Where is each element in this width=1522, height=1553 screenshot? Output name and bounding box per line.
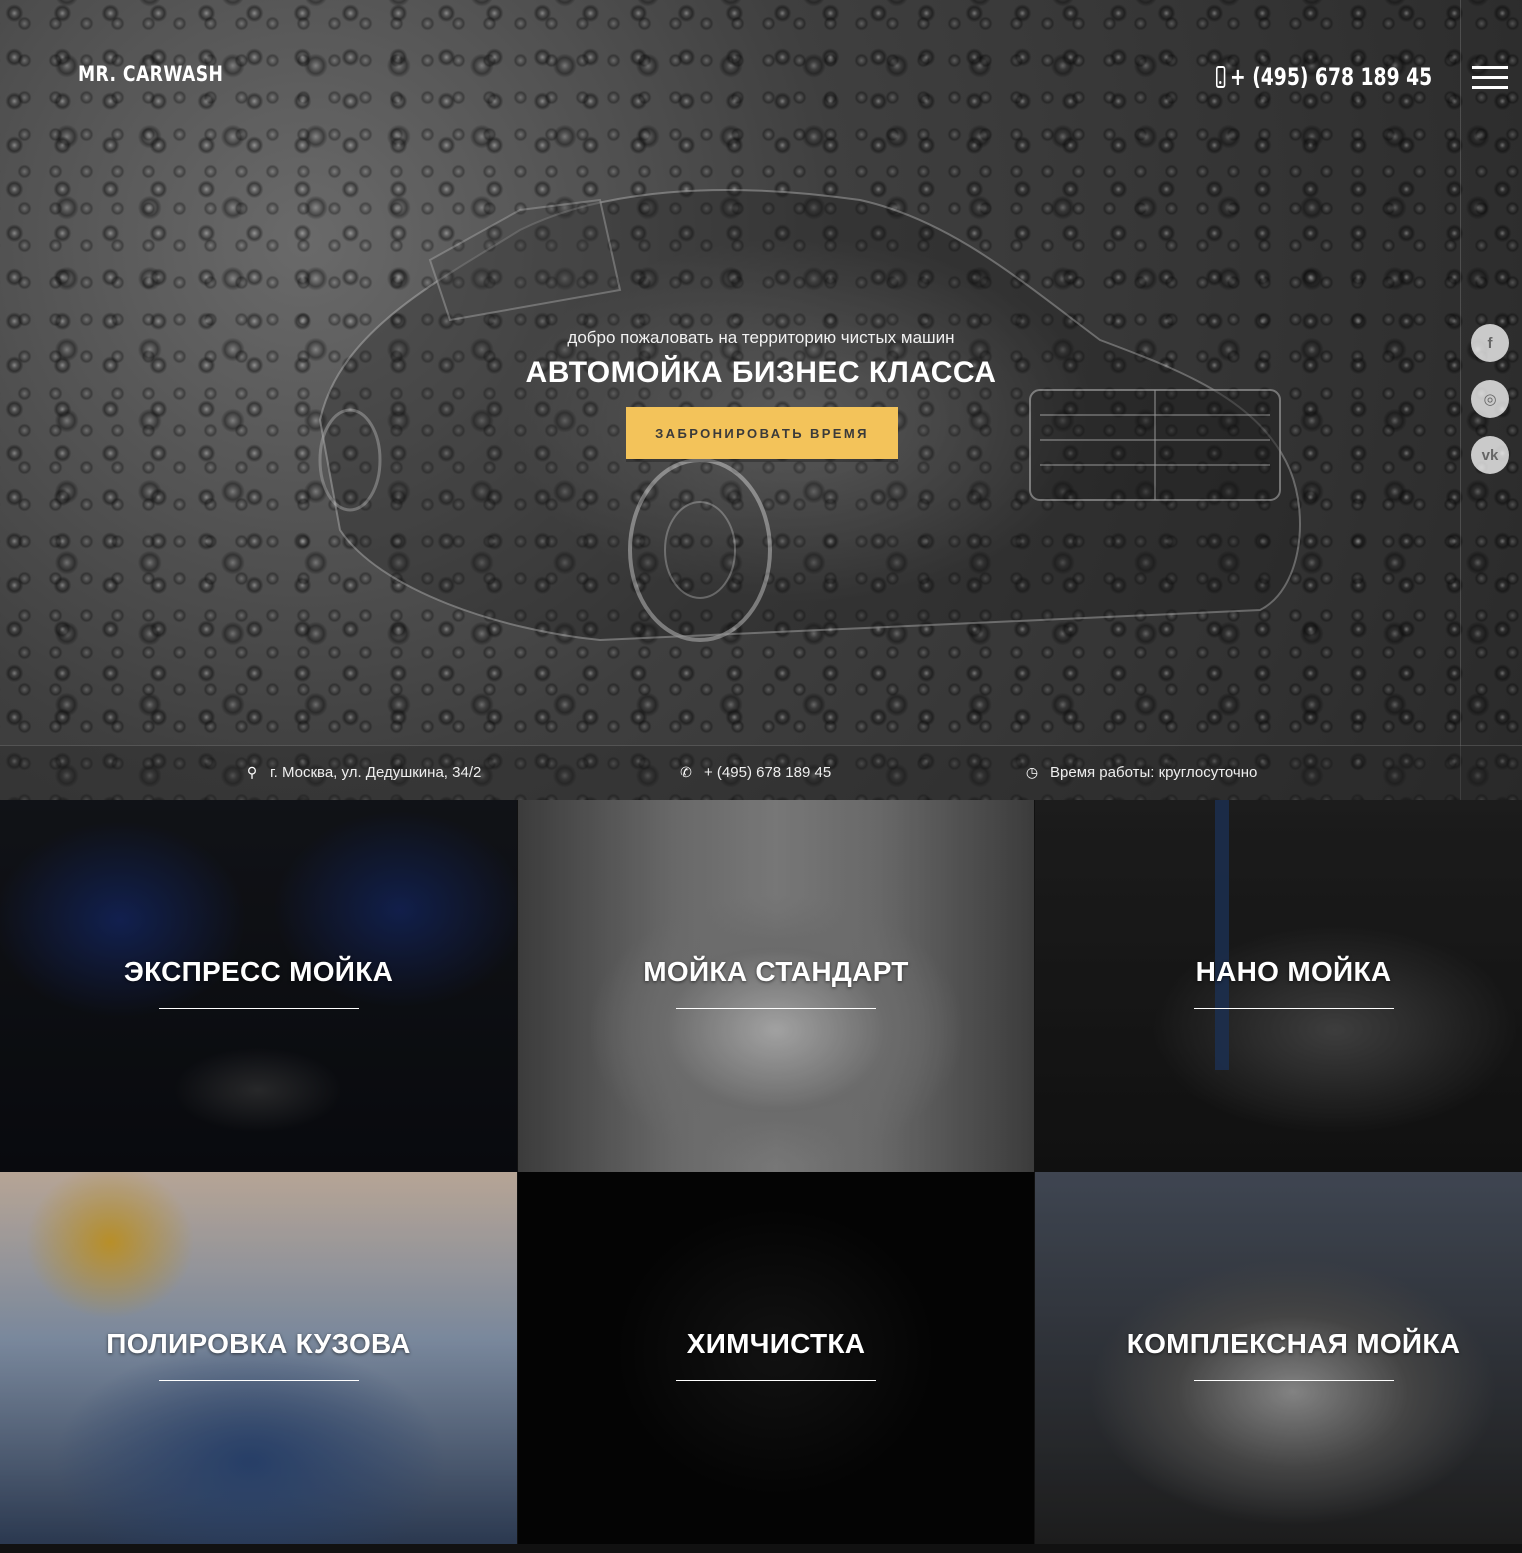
service-tile-polish[interactable]: ПОЛИРОВКА КУЗОВА — [0, 1172, 517, 1544]
hero-title: АВТОМОЙКА БИЗНЕС КЛАССА — [525, 356, 997, 389]
clock-icon: ◷ — [1025, 764, 1039, 780]
divider — [1460, 0, 1461, 800]
phone-icon: ✆ — [680, 764, 692, 780]
service-title: КОМПЛЕКСНАЯ МОЙКА — [1126, 1328, 1461, 1359]
divider — [158, 1008, 359, 1009]
hero-section: MR. CARWASH + (495) 678 189 45 f ◎ vk до… — [0, 0, 1522, 800]
hours-text: Время работы: круглосуточно — [1050, 764, 1258, 781]
header-phone-number[interactable]: + (495) 678 189 45 — [1230, 63, 1432, 91]
service-title: ПОЛИРОВКА КУЗОВА — [106, 1328, 411, 1359]
divider — [676, 1380, 876, 1381]
phone-text[interactable]: + (495) 678 189 45 — [704, 764, 831, 781]
phone-item[interactable]: ✆ + (495) 678 189 45 — [678, 764, 831, 781]
divider — [158, 1380, 359, 1381]
map-pin-icon: ⚲ — [246, 764, 258, 780]
service-tile-nano[interactable]: НАНО МОЙКА — [1035, 800, 1522, 1172]
address-text: г. Москва, ул. Дедушкина, 34/2 — [270, 764, 482, 781]
mobile-phone-icon — [1215, 66, 1226, 88]
contact-info-bar: ⚲ г. Москва, ул. Дедушкина, 34/2 ✆ + (49… — [0, 745, 1522, 800]
service-title: НАНО МОЙКА — [1195, 956, 1392, 987]
book-time-button[interactable]: ЗАБРОНИРОВАТЬ ВРЕМЯ — [626, 407, 898, 459]
service-tile-complex[interactable]: КОМПЛЕКСНАЯ МОЙКА — [1035, 1172, 1522, 1544]
hours-item: ◷ Время работы: круглосуточно — [1024, 764, 1257, 781]
service-title: МОЙКА СТАНДАРТ — [643, 956, 909, 987]
hero-subtitle: добро пожаловать на территорию чистых ма… — [567, 328, 955, 347]
vk-icon[interactable]: vk — [1471, 436, 1509, 474]
divider — [1193, 1008, 1394, 1009]
address-item: ⚲ г. Москва, ул. Дедушкина, 34/2 — [244, 764, 481, 781]
service-title: ЭКСПРЕСС МОЙКА — [123, 956, 394, 987]
service-tile-dry-cleaning[interactable]: ХИМЧИСТКА — [518, 1172, 1034, 1544]
service-tile-standard[interactable]: МОЙКА СТАНДАРТ — [518, 800, 1034, 1172]
divider — [1193, 1380, 1394, 1381]
divider — [676, 1008, 876, 1009]
hamburger-menu-icon[interactable] — [1472, 66, 1508, 90]
service-title: ХИМЧИСТКА — [686, 1328, 866, 1359]
service-tile-express[interactable]: ЭКСПРЕСС МОЙКА — [0, 800, 517, 1172]
header-phone[interactable]: + (495) 678 189 45 — [1215, 60, 1432, 94]
site-logo[interactable]: MR. CARWASH — [78, 62, 223, 86]
social-links: f ◎ vk — [1471, 324, 1509, 492]
